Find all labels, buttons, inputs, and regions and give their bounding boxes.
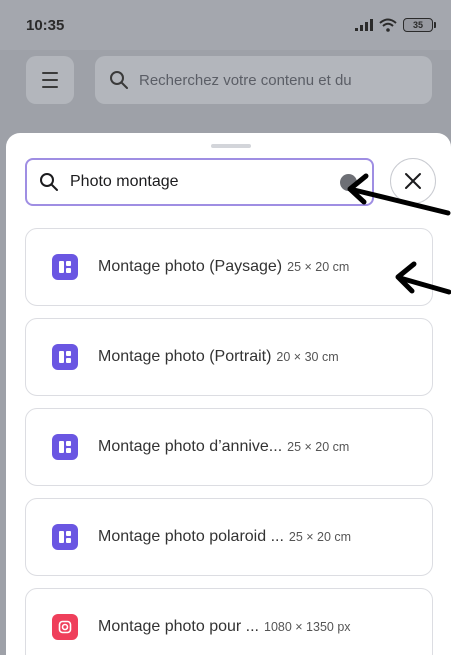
instagram-icon — [52, 614, 78, 640]
close-button[interactable] — [390, 158, 436, 204]
photo-collage-icon — [52, 344, 78, 370]
status-bar: 10:35 35 — [0, 0, 451, 50]
search-icon — [110, 71, 128, 89]
result-title: Montage photo (Portrait) — [98, 348, 272, 365]
result-title: Montage photo d’annive... — [98, 438, 283, 455]
result-size: 20 × 30 cm — [276, 350, 339, 364]
list-item[interactable]: Montage photo pour ... 1080 × 1350 px — [25, 588, 433, 655]
menu-button[interactable] — [26, 56, 74, 104]
wifi-icon — [379, 18, 397, 32]
list-item[interactable]: Montage photo d’annive... 25 × 20 cm — [25, 408, 433, 486]
app-header: Recherchez votre contenu et du — [0, 50, 451, 130]
search-sheet: Photo montage Montage photo (Paysage) 25… — [6, 133, 451, 655]
list-item[interactable]: Montage photo (Paysage) 25 × 20 cm — [25, 228, 433, 306]
clear-search-icon[interactable] — [340, 174, 357, 191]
photo-collage-icon — [52, 524, 78, 550]
result-size: 25 × 20 cm — [288, 530, 352, 544]
status-time: 10:35 — [26, 17, 65, 34]
status-icons: 35 — [355, 18, 436, 32]
result-title: Montage photo polaroid ... — [98, 528, 284, 545]
close-icon — [405, 173, 421, 189]
photo-collage-icon — [52, 434, 78, 460]
content-search-bar[interactable]: Recherchez votre contenu et du — [95, 56, 432, 104]
result-title: Montage photo pour ... — [98, 618, 259, 635]
photo-collage-icon — [52, 254, 78, 280]
signal-icon — [355, 19, 373, 31]
search-input-value: Photo montage — [70, 173, 179, 190]
content-search-placeholder: Recherchez votre contenu et du — [139, 71, 352, 89]
drag-handle[interactable] — [211, 144, 251, 148]
battery-icon: 35 — [403, 18, 436, 32]
list-item[interactable]: Montage photo (Portrait) 20 × 30 cm — [25, 318, 433, 396]
list-item[interactable]: Montage photo polaroid ... 25 × 20 cm — [25, 498, 433, 576]
result-size: 1080 × 1350 px — [264, 620, 351, 634]
design-search-input[interactable]: Photo montage — [25, 158, 374, 206]
result-title: Montage photo (Paysage) — [98, 258, 283, 275]
result-size: 25 × 20 cm — [287, 260, 350, 274]
hamburger-icon — [42, 72, 58, 74]
search-icon — [40, 173, 58, 191]
result-size: 25 × 20 cm — [287, 440, 350, 454]
